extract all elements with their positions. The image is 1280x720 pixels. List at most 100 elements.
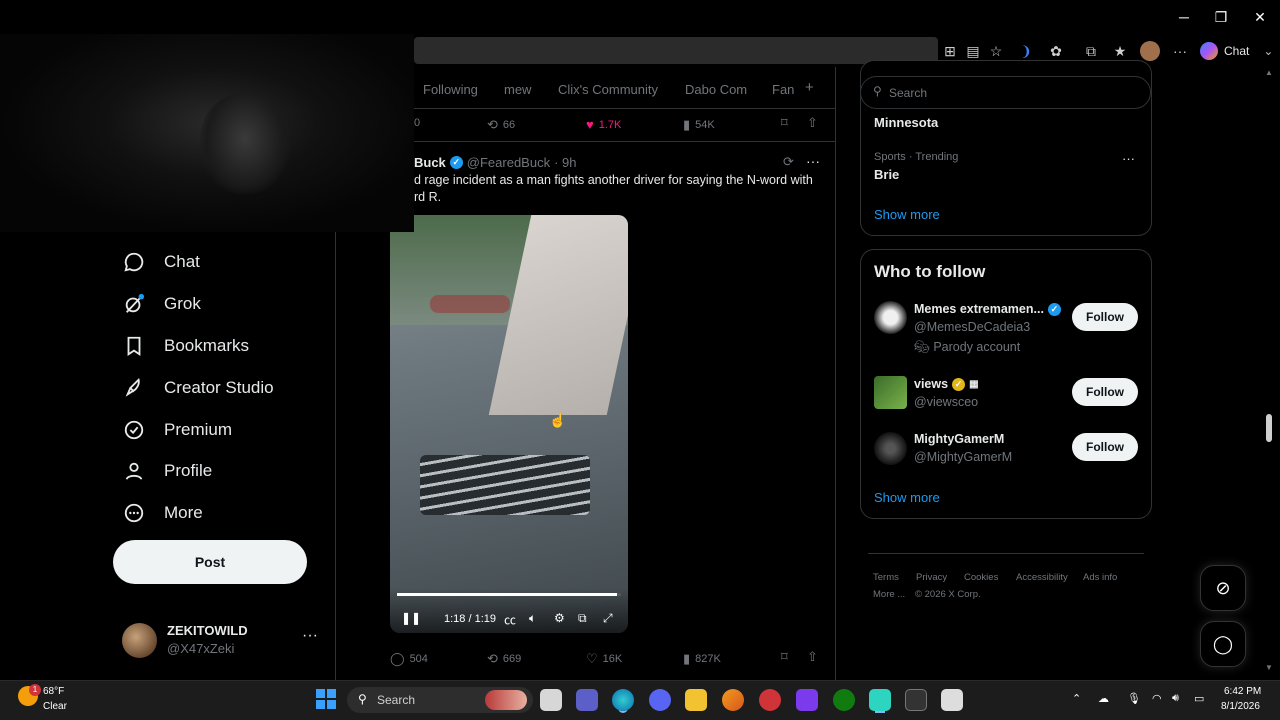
nav-item-chat[interactable]: Chat — [122, 245, 200, 279]
extensions-icon[interactable]: ✿ — [1046, 41, 1066, 61]
read-aloud-icon[interactable]: ❩ — [1016, 41, 1036, 61]
task-view-icon[interactable] — [540, 689, 562, 711]
more-icon[interactable]: ··· — [302, 627, 318, 645]
avatar[interactable] — [874, 432, 907, 465]
onedrive-icon[interactable]: ☁ — [1098, 692, 1109, 705]
follow-button[interactable]: Follow — [1072, 433, 1138, 461]
footer-more-link[interactable]: More ... — [873, 589, 905, 600]
bookmark-button[interactable]: ⌑ — [781, 649, 788, 665]
chat-floating-button[interactable]: ◯ — [1200, 621, 1246, 667]
search-input[interactable]: ⚲ Search — [860, 76, 1151, 109]
repost-button[interactable]: ⟲ 66 — [487, 117, 515, 133]
address-bar[interactable] — [414, 37, 938, 64]
speaker-icon[interactable]: 🔊︎ — [1172, 692, 1179, 705]
scroll-down-icon[interactable]: ▼ — [1265, 663, 1273, 672]
user-name[interactable]: Memes extremamen... ✓ — [914, 302, 1061, 316]
tab-dabo-com[interactable]: Dabo Com — [685, 82, 747, 97]
tab-clix-community[interactable]: Clix's Community — [558, 82, 658, 97]
bookmark-button[interactable]: ⌑ — [781, 115, 788, 131]
nav-item-profile[interactable]: Profile — [122, 454, 212, 488]
copilot-chat-button[interactable]: Chat ⌄ — [1200, 40, 1273, 62]
reading-view-icon[interactable]: ▤ — [963, 41, 983, 61]
teams-icon[interactable] — [576, 689, 598, 711]
add-tab-icon[interactable]: + — [805, 79, 814, 96]
split-screen-icon[interactable]: ⧉ — [1081, 41, 1101, 61]
wifi-icon[interactable]: ◠ — [1152, 692, 1162, 705]
clock-time[interactable]: 6:42 PM — [1224, 686, 1261, 697]
favorites-icon[interactable]: ★ — [1110, 41, 1130, 61]
tab-fan[interactable]: Fan — [772, 82, 794, 97]
footer-privacy-link[interactable]: Privacy — [916, 572, 947, 583]
favorite-star-icon[interactable]: ☆ — [986, 41, 1006, 61]
share-button[interactable]: ⇧ — [807, 649, 818, 665]
clock-date[interactable]: 8/1/2026 — [1221, 701, 1260, 712]
file-explorer-icon[interactable] — [685, 689, 707, 711]
discord-icon[interactable] — [649, 689, 671, 711]
windows-start-icon[interactable] — [316, 689, 336, 709]
volume-icon[interactable]: 🔈︎ — [529, 611, 536, 626]
follow-show-more-link[interactable]: Show more — [874, 490, 940, 505]
scroll-up-icon[interactable]: ▲ — [1265, 68, 1273, 77]
taskbar-search-input[interactable]: ⚲ Search — [347, 687, 533, 713]
post-button[interactable]: Post — [113, 540, 307, 584]
footer-cookies-link[interactable]: Cookies — [964, 572, 998, 583]
footer-terms-link[interactable]: Terms — [873, 572, 899, 583]
user-name[interactable]: views ✓ ▦ — [914, 377, 979, 391]
repost-button[interactable]: ⟲ 669 — [487, 651, 521, 667]
terminal-icon[interactable] — [905, 689, 927, 711]
more-icon[interactable]: ··· — [806, 153, 820, 169]
footer-accessibility-link[interactable]: Accessibility — [1016, 572, 1068, 583]
follow-button[interactable]: Follow — [1072, 303, 1138, 331]
trend-title[interactable]: Brie — [874, 167, 899, 182]
trend-title[interactable]: Minnesota — [874, 115, 938, 130]
user-name[interactable]: MightyGamerM — [914, 432, 1004, 446]
like-button[interactable]: ♥ 1.7K — [586, 117, 621, 132]
share-button[interactable]: ⇧ — [807, 115, 818, 131]
views-button[interactable]: ▮ 827K — [683, 651, 721, 667]
fullscreen-icon[interactable]: ⤢ — [603, 611, 613, 626]
microphone-icon[interactable]: 🎙︎ — [1127, 692, 1141, 705]
scrollbar-thumb[interactable] — [1266, 414, 1272, 442]
nav-item-more[interactable]: More — [122, 496, 203, 530]
chevron-down-icon[interactable]: ⌄ — [1263, 44, 1273, 58]
red-app-icon[interactable] — [759, 689, 781, 711]
close-button[interactable]: ✕ — [1245, 6, 1275, 28]
fl-studio-icon[interactable] — [722, 689, 744, 711]
reply-count[interactable]: 0 — [414, 117, 420, 129]
avatar[interactable] — [874, 301, 907, 334]
tweet-author[interactable]: Buck ✓ @FearedBuck · 9h — [414, 155, 577, 170]
xbox-icon[interactable] — [833, 689, 855, 711]
pause-icon[interactable]: ❚❚ — [401, 611, 421, 625]
nav-item-premium[interactable]: Premium — [122, 413, 232, 447]
picture-in-picture-icon[interactable]: ⧉ — [578, 611, 587, 626]
captions-icon[interactable]: ㏄ — [504, 611, 516, 628]
chevron-up-icon[interactable]: ⌃ — [1072, 692, 1081, 705]
footer-ads-link[interactable]: Ads info — [1083, 572, 1117, 583]
profile-avatar-icon[interactable] — [1140, 41, 1160, 61]
edge-icon[interactable] — [612, 689, 634, 711]
tab-following[interactable]: Following — [423, 82, 478, 97]
nav-item-creator-studio[interactable]: Creator Studio — [122, 371, 274, 405]
restore-button[interactable]: ❐ — [1206, 6, 1236, 28]
video-player[interactable]: ❚❚ 1:18 / 1:19 ㏄ 🔈︎ ⚙ ⧉ ⤢ — [390, 215, 628, 633]
like-button[interactable]: ♡ 16K — [586, 651, 622, 667]
teal-app-icon[interactable] — [869, 689, 891, 711]
avatar[interactable] — [874, 376, 907, 409]
minimize-button[interactable]: ─ — [1169, 6, 1199, 28]
video-progress-bar[interactable] — [397, 593, 621, 596]
account-switcher[interactable]: ZEKITOWILD @X47xZeki ··· — [122, 620, 322, 660]
more-icon[interactable]: ··· — [1122, 151, 1135, 166]
grok-floating-button[interactable]: ⊘ — [1200, 565, 1246, 611]
purple-app-icon[interactable] — [796, 689, 818, 711]
settings-menu-icon[interactable]: ··· — [1170, 41, 1190, 61]
settings-gear-icon[interactable]: ⚙ — [554, 611, 565, 625]
reply-button[interactable]: ◯ 504 — [390, 651, 428, 667]
nav-item-grok[interactable]: Grok — [122, 287, 201, 321]
app-grid-icon[interactable]: ⊞ — [940, 41, 960, 61]
trends-show-more-link[interactable]: Show more — [874, 207, 940, 222]
tab-mew[interactable]: mew — [504, 82, 531, 97]
nav-item-bookmarks[interactable]: Bookmarks — [122, 329, 249, 363]
battery-icon[interactable]: ▭ — [1194, 692, 1204, 705]
grok-explain-icon[interactable]: ⟳ — [783, 154, 794, 170]
notepad-icon[interactable] — [941, 689, 963, 711]
